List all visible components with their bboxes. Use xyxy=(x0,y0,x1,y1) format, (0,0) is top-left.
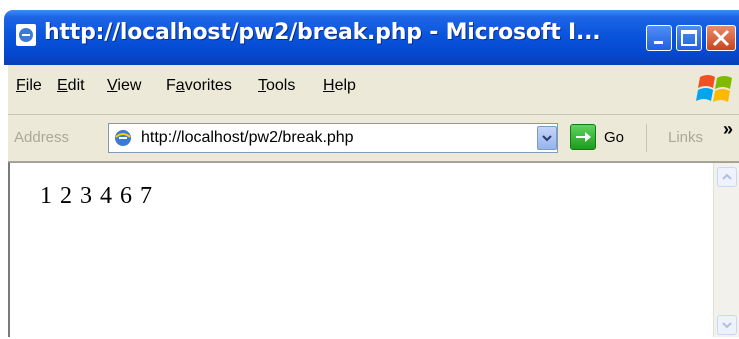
scroll-up-button[interactable] xyxy=(717,167,737,187)
ie-icon xyxy=(115,130,131,146)
page-content: 1 2 3 4 6 7 xyxy=(8,162,739,337)
menu-edit[interactable]: Edit xyxy=(57,77,85,95)
chevron-down-icon xyxy=(542,135,552,142)
browser-window: http://localhost/pw2/break.php - Microso… xyxy=(4,10,739,337)
go-arrow-icon xyxy=(570,124,596,150)
address-input[interactable]: http://localhost/pw2/break.php xyxy=(108,123,558,153)
address-label: Address xyxy=(14,129,70,146)
scroll-down-button[interactable] xyxy=(717,315,737,335)
window-title: http://localhost/pw2/break.php - Microso… xyxy=(44,20,601,45)
links-button[interactable]: Links xyxy=(668,129,703,146)
address-separator xyxy=(646,124,647,152)
go-button[interactable]: Go xyxy=(570,124,640,152)
chevron-down-icon xyxy=(722,322,732,329)
address-bar: Address http://localhost/pw2/break.php G… xyxy=(8,115,739,162)
title-bar[interactable]: http://localhost/pw2/break.php - Microso… xyxy=(4,10,739,65)
chevron-up-icon xyxy=(722,173,732,180)
menu-view[interactable]: View xyxy=(107,77,141,95)
address-url: http://localhost/pw2/break.php xyxy=(141,129,354,146)
links-chevron[interactable]: » xyxy=(723,119,733,140)
minimize-icon xyxy=(654,41,663,44)
vertical-scrollbar[interactable] xyxy=(713,163,739,337)
menu-file[interactable]: File xyxy=(16,77,42,95)
menu-help[interactable]: Help xyxy=(323,77,356,95)
go-label: Go xyxy=(604,129,625,146)
address-dropdown-button[interactable] xyxy=(537,126,557,150)
close-icon xyxy=(712,29,730,47)
maximize-button[interactable] xyxy=(676,25,702,51)
menu-tools[interactable]: Tools xyxy=(258,77,295,95)
minimize-button[interactable] xyxy=(646,25,672,51)
close-button[interactable] xyxy=(706,25,736,51)
menu-favorites[interactable]: Favorites xyxy=(166,77,232,95)
windows-xp-logo xyxy=(696,75,732,102)
maximize-icon xyxy=(681,30,697,46)
page-text: 1 2 3 4 6 7 xyxy=(40,183,153,209)
ie-icon xyxy=(16,24,36,46)
menu-bar: File Edit View Favorites Tools Help xyxy=(8,65,739,115)
